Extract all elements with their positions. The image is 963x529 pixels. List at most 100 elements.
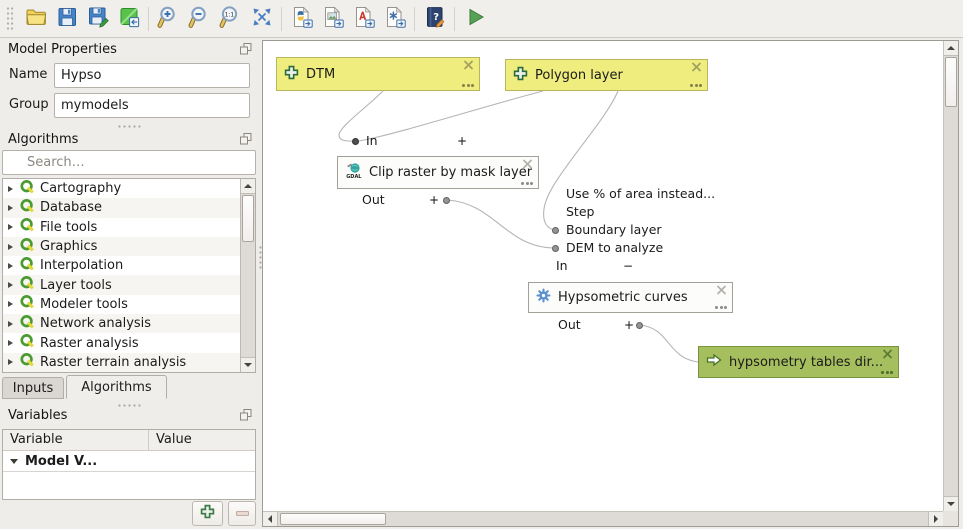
export-as-svg-button[interactable]: [379, 3, 410, 34]
save-model-button[interactable]: [51, 3, 82, 34]
svg-text:?: ?: [433, 12, 439, 23]
clip-in-expand-toggle[interactable]: +: [457, 134, 467, 148]
tree-item-network-analysis[interactable]: Network analysis: [3, 314, 240, 333]
node-options-dots-icon[interactable]: [881, 371, 893, 374]
scroll-thumb[interactable]: [280, 513, 386, 525]
hyp-out-expand-toggle[interactable]: +: [624, 318, 634, 332]
toolbar-drag-handle[interactable]: [6, 6, 15, 32]
run-model-button[interactable]: [459, 3, 490, 34]
export-as-pdf-button[interactable]: [348, 3, 379, 34]
float-panel-button[interactable]: [240, 133, 252, 145]
column-header-value[interactable]: Value: [149, 430, 192, 450]
tree-item-cartography[interactable]: Cartography: [3, 179, 240, 198]
tab-algorithms[interactable]: Algorithms: [66, 375, 167, 399]
socket-boundary-layer[interactable]: [552, 227, 559, 234]
tree-item-raster-terrain-analysis[interactable]: Raster terrain analysis: [3, 353, 240, 372]
node-title: Hypsometric curves: [558, 290, 688, 305]
expand-caret-icon[interactable]: [8, 263, 13, 269]
node-options-dots-icon[interactable]: [521, 182, 533, 185]
tree-item-label: Raster terrain analysis: [40, 355, 186, 370]
search-input[interactable]: [2, 150, 256, 175]
scroll-thumb[interactable]: [945, 57, 957, 107]
canvas-vertical-scrollbar[interactable]: [943, 41, 958, 511]
remove-node-icon[interactable]: [716, 285, 727, 298]
panel-splitter-handle[interactable]: [117, 124, 143, 129]
hyp-param-label: Step: [566, 205, 594, 219]
expand-caret-icon[interactable]: [8, 321, 13, 327]
socket-clip-out[interactable]: [443, 197, 450, 204]
clip-out-expand-toggle[interactable]: +: [429, 193, 439, 207]
scroll-down-button[interactable]: [944, 496, 958, 511]
remove-node-icon[interactable]: [691, 62, 702, 75]
node-options-dots-icon[interactable]: [462, 84, 474, 87]
tree-item-layer-tools[interactable]: Layer tools: [3, 275, 240, 294]
name-input[interactable]: [54, 63, 250, 88]
expand-caret-icon[interactable]: [8, 301, 13, 307]
save-model-as-button[interactable]: [82, 3, 113, 34]
node-dtm[interactable]: DTM: [276, 57, 480, 91]
gear-icon: [536, 288, 551, 307]
node-options-dots-icon[interactable]: [690, 84, 702, 87]
export-as-python-button[interactable]: [286, 3, 317, 34]
remove-variable-button[interactable]: [228, 501, 256, 526]
expand-caret-icon[interactable]: [8, 205, 13, 211]
hyp-in-collapse-toggle[interactable]: −: [623, 259, 633, 273]
panel-splitter-handle[interactable]: [117, 403, 143, 408]
add-variable-button[interactable]: [192, 501, 223, 526]
zoom-out-button[interactable]: [184, 3, 215, 34]
scroll-up-button[interactable]: [944, 41, 958, 56]
group-input[interactable]: [54, 93, 250, 118]
open-model-button[interactable]: [20, 3, 51, 34]
socket-dem-to-analyze[interactable]: [552, 245, 559, 252]
model-canvas[interactable]: DTM Polygon layer In + GDAL Clip raster …: [262, 40, 959, 527]
socket-hyp-out[interactable]: [636, 322, 643, 329]
node-clip-raster[interactable]: GDAL Clip raster by mask layer: [337, 156, 539, 189]
variables-panel-title: Variables: [8, 408, 67, 423]
remove-node-icon[interactable]: [522, 159, 533, 172]
tree-scrollbar[interactable]: [240, 179, 255, 372]
help-button[interactable]: ?: [419, 3, 450, 34]
float-panel-button[interactable]: [240, 409, 252, 421]
expand-caret-icon[interactable]: [8, 186, 13, 192]
node-hypsometric-curves[interactable]: Hypsometric curves: [528, 282, 733, 313]
column-header-variable[interactable]: Variable: [3, 430, 149, 450]
remove-node-icon[interactable]: [882, 349, 893, 362]
floppy-pencil-icon: [86, 5, 110, 33]
tab-inputs[interactable]: Inputs: [2, 377, 64, 399]
socket-clip-in[interactable]: [352, 138, 359, 145]
tree-item-raster-analysis[interactable]: Raster analysis: [3, 333, 240, 352]
scroll-left-button[interactable]: [263, 512, 278, 526]
remove-node-icon[interactable]: [463, 60, 474, 73]
variables-group-row[interactable]: Model V...: [3, 451, 255, 472]
tree-item-database[interactable]: Database: [3, 198, 240, 217]
expand-caret-icon[interactable]: [8, 224, 13, 230]
expand-caret-icon[interactable]: [8, 359, 13, 365]
zoom-in-button[interactable]: [153, 3, 184, 34]
collapse-triangle-icon[interactable]: [10, 459, 18, 464]
export-as-image-button[interactable]: [317, 3, 348, 34]
scroll-up-button[interactable]: [241, 179, 255, 194]
node-hypsometry-output[interactable]: hypsometry tables dir...: [698, 346, 899, 378]
save-model-in-project-button[interactable]: [113, 3, 144, 34]
zoom-full-button[interactable]: [246, 3, 277, 34]
float-panel-button[interactable]: [240, 43, 252, 55]
expand-caret-icon[interactable]: [8, 244, 13, 250]
canvas-horizontal-scrollbar[interactable]: [263, 511, 943, 526]
qgis-provider-icon: [19, 333, 35, 353]
input-plus-icon: [284, 65, 299, 84]
scroll-down-button[interactable]: [241, 357, 255, 372]
tree-item-file-tools[interactable]: File tools: [3, 218, 240, 237]
expand-caret-icon[interactable]: [8, 282, 13, 288]
scroll-thumb[interactable]: [242, 195, 254, 242]
scroll-right-button[interactable]: [928, 512, 943, 526]
tree-item-modeler-tools[interactable]: Modeler tools: [3, 295, 240, 314]
hyp-in-label: In: [556, 259, 568, 273]
node-polygon-layer[interactable]: Polygon layer: [505, 59, 708, 91]
node-options-dots-icon[interactable]: [715, 306, 727, 309]
tree-item-graphics[interactable]: Graphics: [3, 237, 240, 256]
tab-inputs-label: Inputs: [13, 381, 53, 396]
expand-caret-icon[interactable]: [8, 340, 13, 346]
hyp-param-label: Boundary layer: [566, 223, 662, 237]
tree-item-interpolation[interactable]: Interpolation: [3, 256, 240, 275]
zoom-actual-button[interactable]: 1:1: [215, 3, 246, 34]
